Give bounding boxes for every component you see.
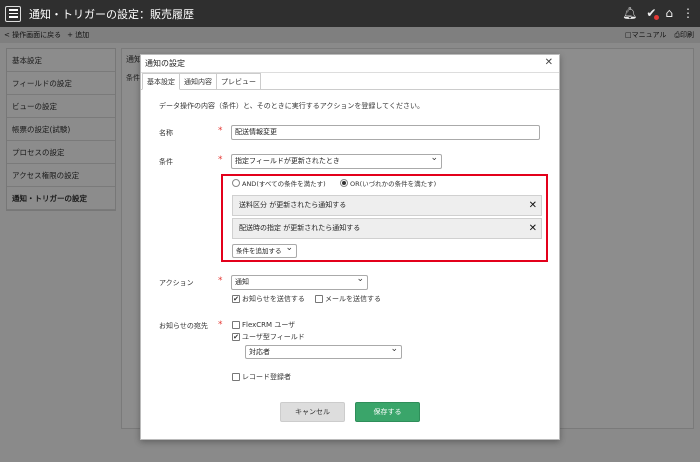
- tab-basic[interactable]: 基本設定: [142, 73, 180, 90]
- page-title: 通知・トリガーの設定：販売履歴: [29, 7, 194, 21]
- app-header: 通知・トリガーの設定：販売履歴 🔔︎ ✔ ⌂ ⋮: [0, 0, 700, 27]
- cancel-button[interactable]: キャンセル: [280, 402, 345, 422]
- condition-select[interactable]: 指定フィールドが更新されたとき: [231, 152, 442, 169]
- print-label: 印刷: [680, 31, 694, 39]
- send-notice-label: お知らせを送信する: [242, 295, 305, 303]
- close-icon[interactable]: ✕: [545, 57, 553, 68]
- flexcrm-user-checkbox[interactable]: FlexCRM ユーザ: [232, 320, 295, 330]
- toolbar: < 操作画面に戻る + 追加 □マニュアル ⎙印刷: [0, 27, 700, 43]
- name-label: 名称: [159, 129, 173, 137]
- match-and-label: AND(すべての条件を満たす): [242, 180, 326, 188]
- sidebar-item-access[interactable]: アクセス権限の設定: [7, 164, 115, 187]
- add-link[interactable]: + 追加: [67, 30, 89, 40]
- tab-preview[interactable]: プレビュー: [216, 73, 261, 89]
- sidebar-item-fields[interactable]: フィールドの設定: [7, 72, 115, 95]
- checkbox-checked-icon: ✔: [232, 294, 240, 303]
- user-field-label: ユーザ型フィールド: [242, 333, 305, 341]
- more-vert-icon[interactable]: ⋮: [682, 6, 694, 20]
- dialog-description: データ操作の内容（条件）と、そのときに実行するアクションを登録してください。: [159, 102, 424, 110]
- required-mark: *: [218, 276, 223, 286]
- print-link[interactable]: ⎙印刷: [674, 30, 694, 40]
- record-creator-label: レコード登録者: [242, 373, 291, 381]
- radio-selected-icon: [340, 179, 348, 187]
- match-or-label: OR(いづれかの条件を満たす): [350, 180, 437, 188]
- checkbox-checked-icon: ✔: [232, 332, 240, 341]
- condition-label: 条件: [159, 158, 173, 166]
- send-mail-checkbox[interactable]: メールを送信する: [315, 294, 381, 304]
- sidebar-item-notifications[interactable]: 通知・トリガーの設定: [7, 187, 115, 210]
- user-field-checkbox[interactable]: ✔ ユーザ型フィールド: [232, 332, 305, 342]
- remove-condition-icon[interactable]: ✕: [529, 196, 537, 215]
- dialog-tabs: 基本設定 通知内容 プレビュー: [141, 73, 559, 90]
- action-label: アクション: [159, 279, 194, 287]
- check-icon[interactable]: ✔: [646, 6, 660, 20]
- checkbox-icon: [232, 321, 240, 329]
- bell-icon[interactable]: 🔔︎: [622, 6, 637, 20]
- manual-link[interactable]: □マニュアル: [625, 30, 666, 40]
- checkbox-icon: [232, 373, 240, 381]
- tab-content[interactable]: 通知内容: [179, 73, 217, 89]
- settings-sidebar: 基本設定 フィールドの設定 ビューの設定 帳票の設定(試験) プロセスの設定 ア…: [6, 48, 116, 211]
- recipient-label: お知らせの宛先: [159, 322, 208, 330]
- sidebar-item-process[interactable]: プロセスの設定: [7, 141, 115, 164]
- send-notice-checkbox[interactable]: ✔ お知らせを送信する: [232, 294, 305, 304]
- checkbox-icon: [315, 295, 323, 303]
- dialog-title: 通知の設定: [145, 59, 185, 68]
- user-field-select[interactable]: 対応者: [245, 343, 402, 359]
- manual-label: マニュアル: [631, 31, 667, 39]
- home-icon[interactable]: ⌂: [665, 6, 673, 20]
- save-button[interactable]: 保存する: [355, 402, 420, 422]
- record-creator-checkbox[interactable]: レコード登録者: [232, 372, 291, 382]
- add-label: 追加: [75, 31, 90, 39]
- required-mark: *: [218, 320, 223, 330]
- sidebar-item-forms[interactable]: 帳票の設定(試験): [7, 118, 115, 141]
- sidebar-item-views[interactable]: ビューの設定: [7, 95, 115, 118]
- required-mark: *: [218, 155, 223, 165]
- name-input[interactable]: 配送情報変更: [231, 125, 540, 140]
- condition-text: 送料区分 が更新されたら通知する: [239, 201, 347, 209]
- menu-icon[interactable]: [5, 5, 21, 22]
- condition-row: 配送時の指定 が更新されたら通知する ✕: [232, 218, 542, 239]
- header-actions: 🔔︎ ✔ ⌂ ⋮: [622, 6, 694, 20]
- required-mark: *: [218, 126, 223, 136]
- action-select[interactable]: 通知: [231, 273, 368, 290]
- sidebar-item-basic[interactable]: 基本設定: [7, 49, 115, 72]
- book-icon: □: [624, 31, 632, 39]
- condition-row: 送料区分 が更新されたら通知する ✕: [232, 195, 542, 216]
- radio-icon: [232, 179, 240, 187]
- condition-text: 配送時の指定 が更新されたら通知する: [239, 224, 361, 232]
- back-label: 操作画面に戻る: [12, 31, 62, 39]
- add-condition-select[interactable]: 条件を追加する: [232, 242, 297, 258]
- send-mail-label: メールを送信する: [325, 295, 381, 303]
- back-link[interactable]: < 操作画面に戻る: [4, 30, 61, 40]
- main-condition-label: 条件: [126, 74, 140, 82]
- dialog-header: 通知の設定 ✕: [141, 55, 559, 73]
- match-or-radio[interactable]: OR(いづれかの条件を満たす): [340, 178, 436, 188]
- match-and-radio[interactable]: AND(すべての条件を満たす): [232, 178, 326, 188]
- remove-condition-icon[interactable]: ✕: [529, 219, 537, 238]
- flexcrm-user-label: FlexCRM ユーザ: [242, 321, 296, 329]
